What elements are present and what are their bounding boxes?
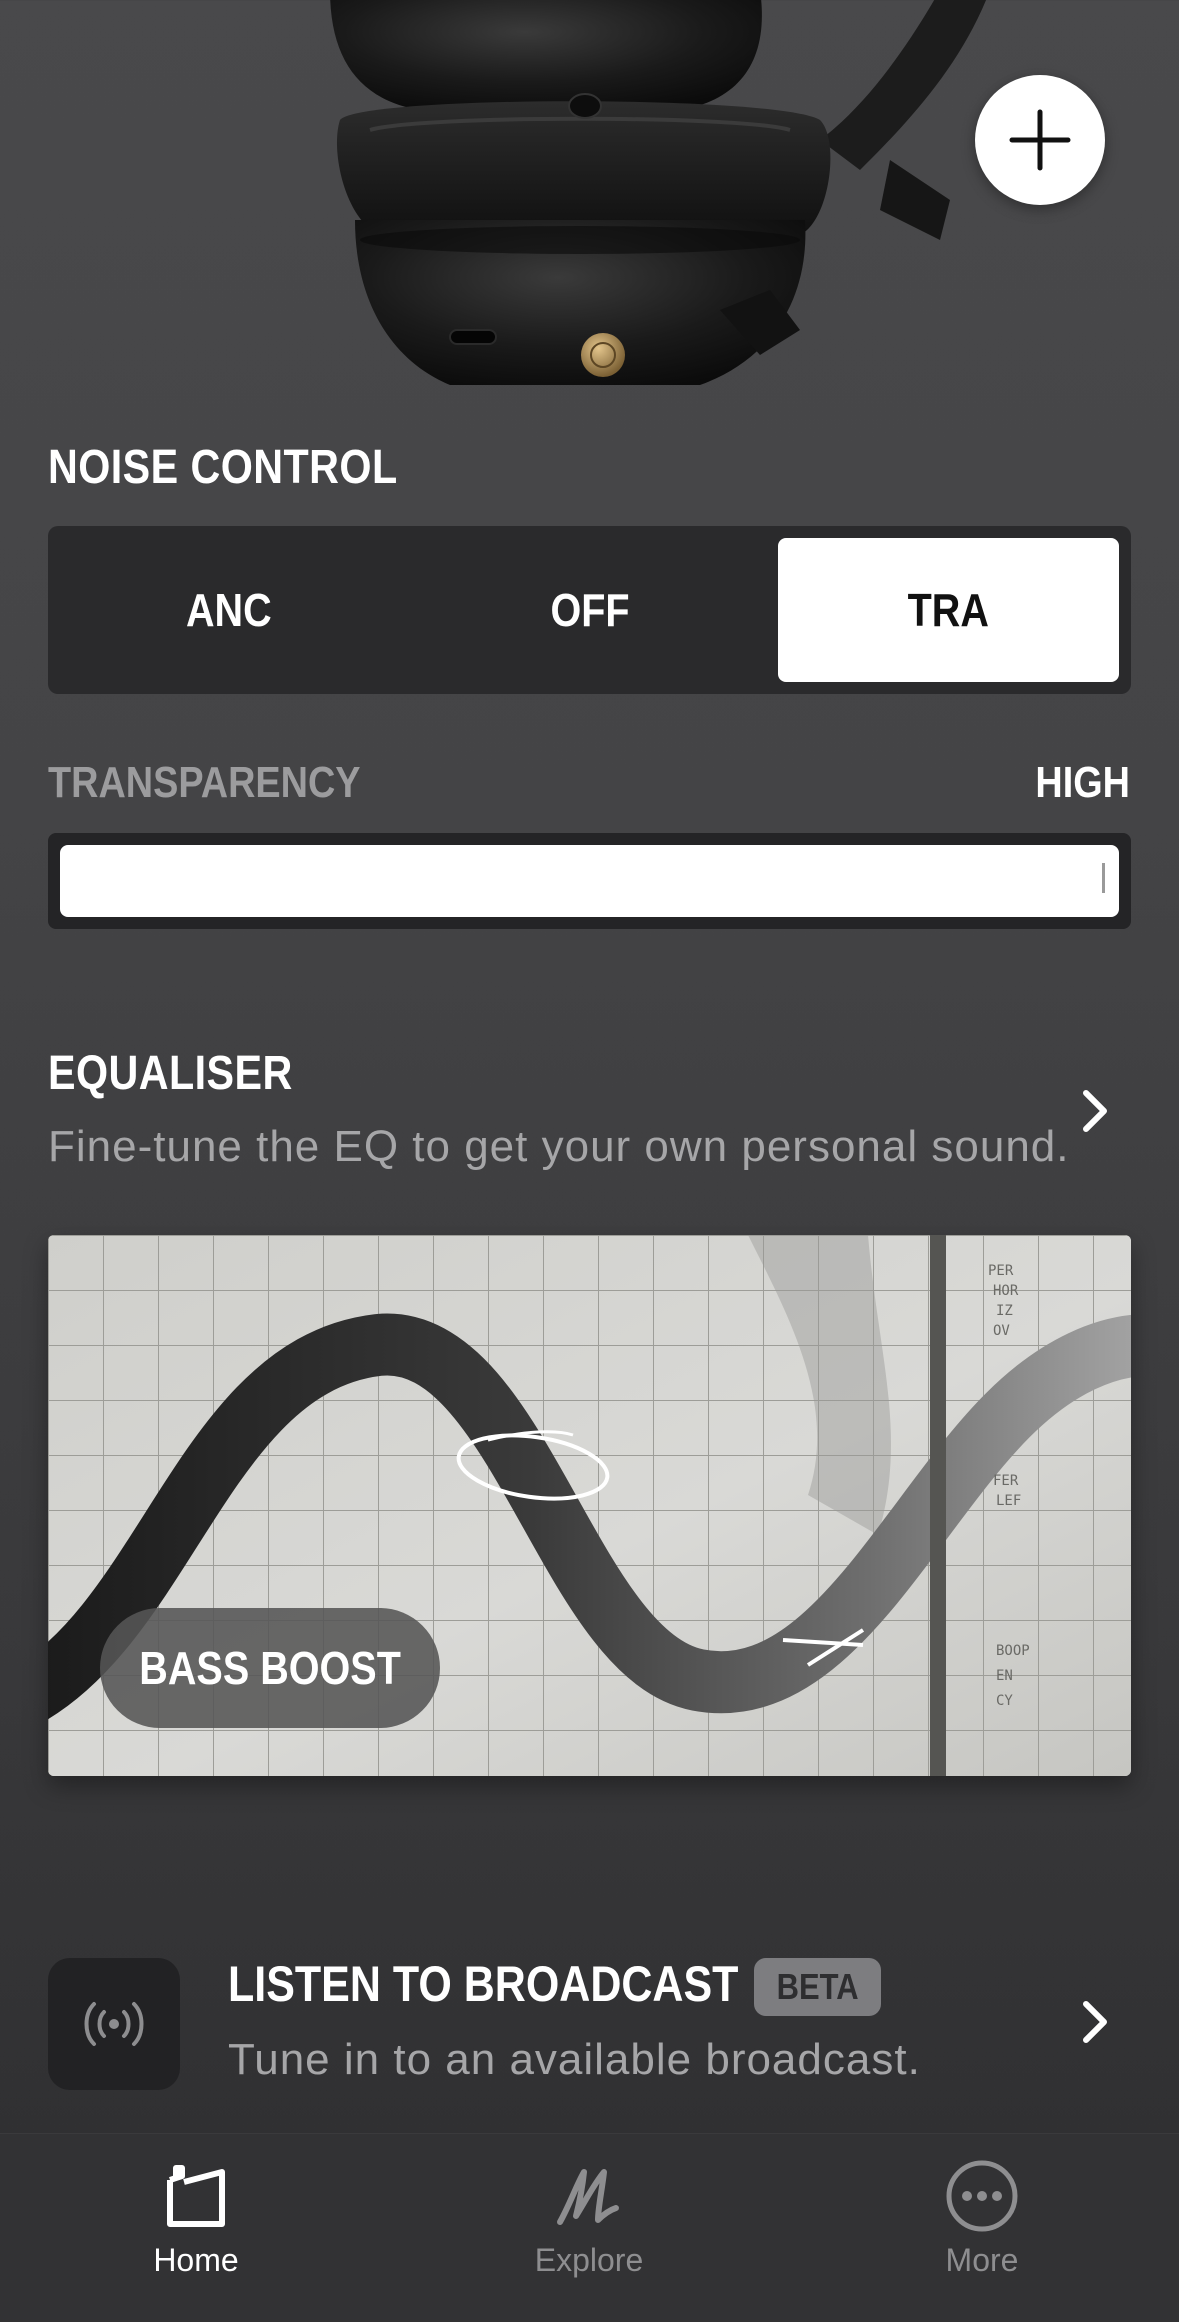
svg-text:FER: FER (993, 1473, 1019, 1489)
svg-text:BOOP: BOOP (996, 1643, 1030, 1659)
beta-badge-text: BETA (776, 1966, 859, 2007)
svg-text:IZ: IZ (996, 1303, 1013, 1319)
transparency-slider-thumb[interactable] (1102, 863, 1105, 893)
svg-text:OV: OV (993, 1323, 1010, 1339)
noise-option-off-label: OFF (549, 584, 630, 636)
tab-explore-label: Explore (534, 2242, 644, 2278)
noise-option-off[interactable]: OFF (421, 538, 758, 682)
noise-option-transparency[interactable]: TRA (778, 538, 1119, 682)
broadcast-icon (48, 1958, 180, 2090)
tab-home[interactable]: Home (96, 2134, 296, 2322)
equaliser-subtitle: Fine-tune the EQ to get your own persona… (48, 1122, 1070, 1171)
tab-more[interactable]: More (882, 2134, 1082, 2322)
marshall-m-icon (554, 2156, 624, 2236)
svg-text:LEF: LEF (996, 1493, 1021, 1509)
transparency-slider-fill (60, 845, 1119, 917)
beta-badge: BETA (754, 1958, 882, 2016)
tab-bar: Home Explore More (0, 2133, 1179, 2322)
add-device-button[interactable] (975, 75, 1105, 205)
svg-text:PER: PER (988, 1263, 1014, 1279)
noise-control-segmented: ANC OFF TRA (48, 526, 1131, 694)
noise-option-anc-label: ANC (185, 584, 272, 636)
tab-home-label: Home (153, 2242, 239, 2278)
equaliser-chevron-icon[interactable] (1075, 1085, 1115, 1137)
broadcast-subtitle: Tune in to an available broadcast. (228, 2035, 921, 2084)
svg-text:CY: CY (996, 1693, 1013, 1709)
noise-control-title: NOISE CONTROL (48, 441, 398, 494)
tab-more-label: More (945, 2242, 1019, 2278)
transparency-label: TRANSPARENCY (48, 758, 361, 807)
svg-text:EN: EN (996, 1668, 1013, 1684)
noise-option-anc[interactable]: ANC (60, 538, 397, 682)
eq-preset-label-text: BASS BOOST (139, 1642, 401, 1694)
headphone-product-image (300, 0, 1020, 420)
tab-explore[interactable]: Explore (489, 2134, 689, 2322)
eq-preset-label: BASS BOOST (100, 1608, 440, 1728)
plus-icon (1009, 109, 1071, 171)
home-icon (162, 2156, 230, 2236)
noise-option-tra-label: TRA (907, 584, 990, 636)
transparency-value: HIGH (1035, 758, 1130, 807)
broadcast-chevron-icon[interactable] (1075, 1996, 1115, 2048)
svg-text:HOR: HOR (993, 1283, 1019, 1299)
more-icon (945, 2156, 1019, 2236)
broadcast-title[interactable]: LISTEN TO BROADCAST (228, 1955, 738, 2013)
equaliser-title: EQUALISER (48, 1047, 293, 1100)
transparency-slider[interactable] (48, 833, 1131, 929)
